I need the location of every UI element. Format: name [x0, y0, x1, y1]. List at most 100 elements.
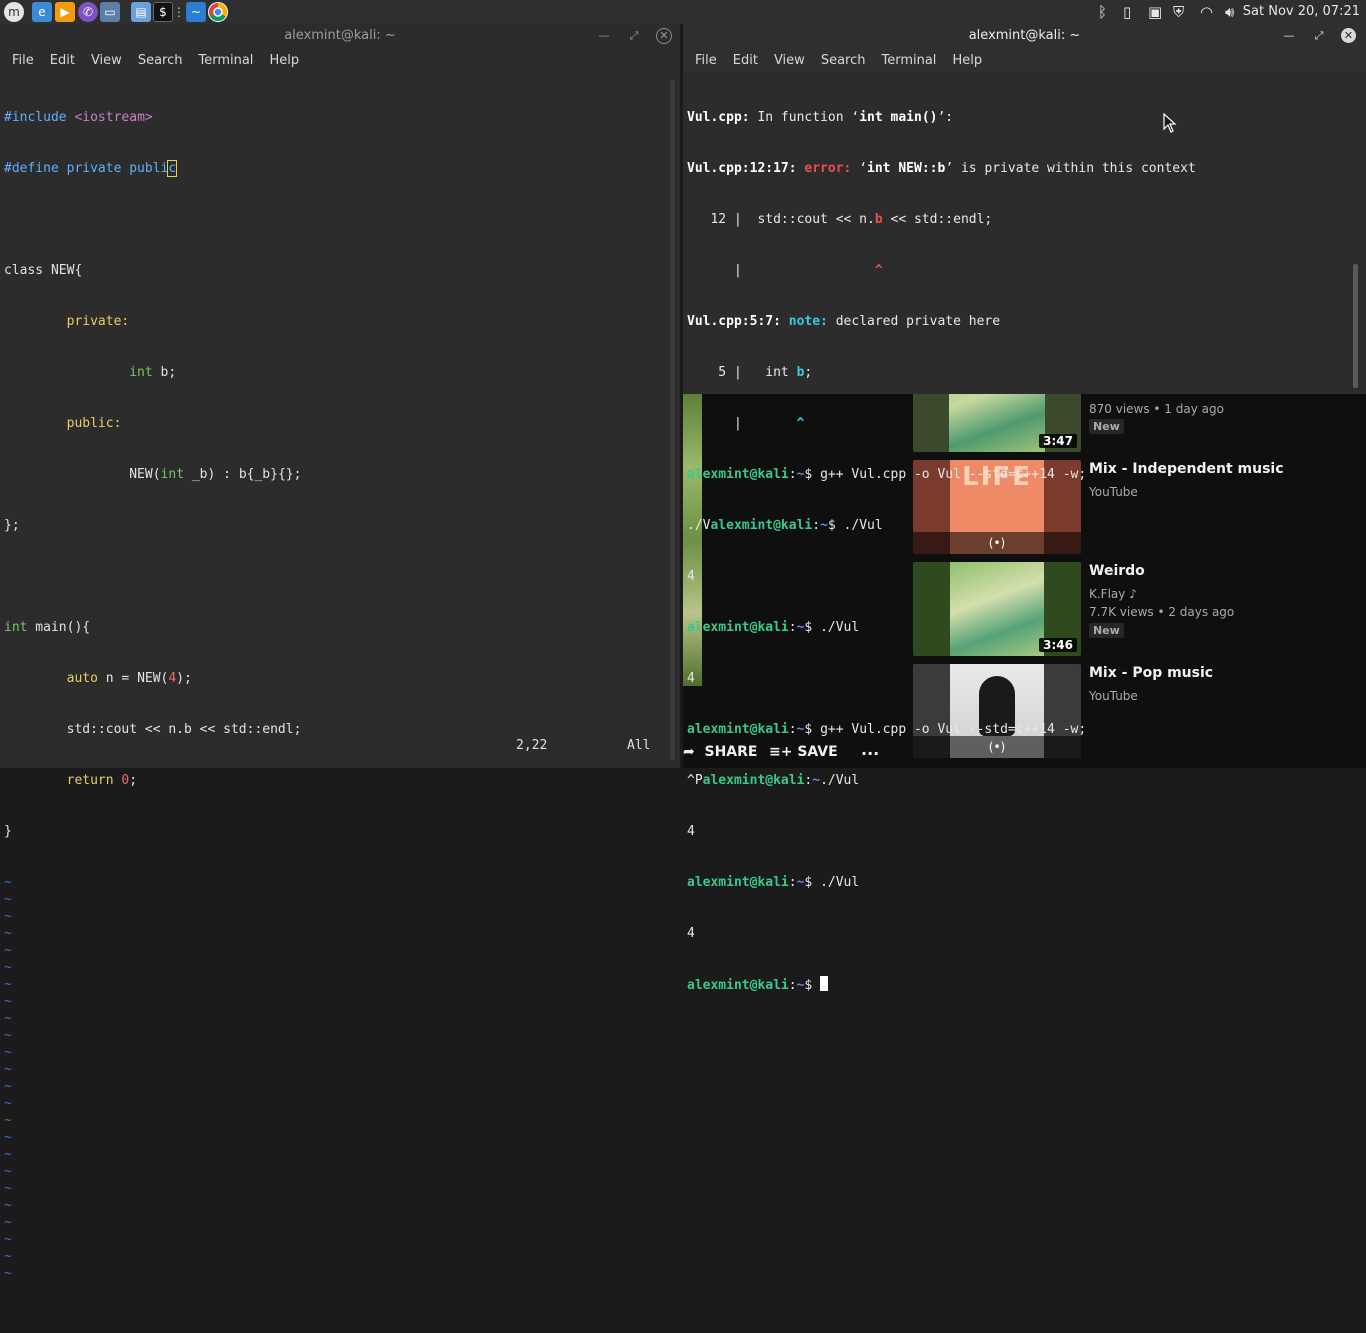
maximize-icon[interactable]: ⤢ — [626, 28, 642, 44]
empty-line-tilde: ~ — [4, 1232, 12, 1247]
output-line: 4 — [687, 569, 695, 584]
menu-view[interactable]: View — [83, 53, 130, 68]
clock[interactable]: Sat Nov 20, 07:21 — [1243, 4, 1360, 19]
menu-view[interactable]: View — [766, 53, 813, 68]
code-line: } — [4, 824, 12, 839]
menu-file[interactable]: File — [4, 53, 42, 68]
output-line: ^Palexmint@kali:~./Vul — [687, 773, 860, 788]
code-line: int b; — [129, 365, 177, 380]
output-line: | ^ — [687, 263, 883, 278]
empty-line-tilde: ~ — [4, 1215, 12, 1230]
terminal-output[interactable]: Vul.cpp: In function ‘int main()’: Vul.c… — [687, 75, 1347, 993]
empty-line-tilde: ~ — [4, 960, 12, 975]
empty-line-tilde: ~ — [4, 892, 12, 907]
output-line: alexmint@kali:~$ ./Vul — [687, 620, 860, 635]
menu-terminal[interactable]: Terminal — [873, 53, 944, 68]
output-line: alexmint@kali:~$ ./Vul — [687, 875, 860, 890]
empty-line-tilde: ~ — [4, 1045, 12, 1060]
code-line: }; — [4, 518, 20, 533]
menu-help[interactable]: Help — [944, 53, 990, 68]
code-line: private: — [4, 314, 130, 329]
maximize-icon[interactable]: ⤢ — [1311, 28, 1327, 44]
empty-line-tilde: ~ — [4, 943, 12, 958]
menu-search[interactable]: Search — [130, 53, 191, 68]
window-titlebar[interactable]: alexmint@kali: ~ — ⤢ ✕ — [683, 24, 1366, 48]
menu-edit[interactable]: Edit — [725, 53, 766, 68]
output-line: 5 | int b; — [687, 365, 813, 380]
empty-line-tilde: ~ — [4, 1130, 12, 1145]
code-line: return 0; — [66, 773, 138, 788]
window-title: alexmint@kali: ~ — [284, 28, 396, 43]
menu-help[interactable]: Help — [261, 53, 307, 68]
close-icon[interactable]: ✕ — [1341, 28, 1356, 43]
media-player-launcher-icon[interactable]: ▶ — [55, 2, 75, 22]
empty-line-tilde: ~ — [4, 1181, 12, 1196]
minimize-icon[interactable]: — — [596, 28, 612, 44]
menu-edit[interactable]: Edit — [42, 53, 83, 68]
empty-line-tilde: ~ — [4, 1028, 12, 1043]
menubar: File Edit View Search Terminal Help — [0, 48, 680, 72]
browser-launcher-icon[interactable]: e — [32, 2, 52, 22]
output-line: Vul.cpp: In function ‘int main()’: — [687, 110, 954, 125]
scroll-status: All — [627, 738, 651, 753]
output-line: alexmint@kali:~$ — [687, 976, 1347, 993]
menu-search[interactable]: Search — [813, 53, 874, 68]
empty-line-tilde: ~ — [4, 1198, 12, 1213]
mint-menu-icon[interactable]: m — [4, 2, 24, 22]
code-line: NEW(int _b) : b{_b}{}; — [4, 467, 302, 482]
empty-line-tilde: ~ — [4, 1113, 12, 1128]
code-line: std::cout << n.b << std::endl; — [4, 722, 302, 737]
output-line: 4 — [687, 926, 695, 941]
empty-line-tilde: ~ — [4, 1249, 12, 1264]
scrollbar[interactable] — [1353, 264, 1358, 388]
empty-line-tilde: ~ — [4, 1147, 12, 1162]
shield-icon[interactable]: ⛨ — [1173, 3, 1184, 21]
monitor-launcher-icon[interactable]: ~ — [186, 2, 206, 22]
minimize-icon[interactable]: — — [1281, 28, 1297, 44]
terminal-cursor — [820, 976, 829, 991]
empty-line-tilde: ~ — [4, 994, 12, 1009]
empty-line-tilde: ~ — [4, 977, 12, 992]
output-line: 4 — [687, 671, 695, 686]
files-launcher-icon[interactable]: ▤ — [131, 2, 151, 22]
empty-line-tilde: ~ — [4, 909, 12, 924]
chrome-launcher-icon[interactable] — [208, 2, 228, 22]
output-line: ./Valexmint@kali:~$ ./Vul — [687, 518, 883, 533]
empty-line-tilde: ~ — [4, 1164, 12, 1179]
bluetooth-icon[interactable]: ᛒ — [1098, 3, 1107, 21]
empty-line-tilde: ~ — [4, 926, 12, 941]
vim-editor[interactable]: #include <iostream> #define private publ… — [4, 75, 670, 1281]
scrollbar[interactable] — [670, 80, 675, 760]
empty-line-tilde: ~ — [4, 1062, 12, 1077]
output-line: 4 — [687, 824, 695, 839]
separator-icon: ⋮ — [173, 5, 185, 19]
text-cursor: c — [167, 160, 178, 177]
close-icon[interactable]: ✕ — [656, 28, 672, 44]
window-titlebar[interactable]: alexmint@kali: ~ — ⤢ ✕ — [0, 24, 680, 48]
terminal-launcher-icon[interactable]: $ — [153, 2, 173, 22]
output-line: alexmint@kali:~$ g++ Vul.cpp -o Vul --st… — [687, 722, 1087, 737]
empty-line-tilde: ~ — [4, 1079, 12, 1094]
battery-icon[interactable]: ▯ — [1123, 3, 1131, 21]
mouse-pointer-icon — [1163, 112, 1177, 137]
code-line: int main(){ — [4, 620, 91, 635]
window-launcher-icon[interactable]: ▭ — [100, 2, 120, 22]
output-line: Vul.cpp:12:17: error: ‘int NEW::b’ is pr… — [687, 161, 1196, 176]
cursor-position: 2,22 — [516, 738, 548, 753]
update-icon[interactable]: ▣ — [1148, 3, 1162, 21]
volume-icon[interactable]: 🔊︎ — [1225, 3, 1234, 21]
output-line: Vul.cpp:5:7: note: declared private here — [687, 314, 1001, 329]
code-line: auto n = NEW(4); — [66, 671, 192, 686]
code-line: class NEW{ — [4, 263, 83, 278]
viber-launcher-icon[interactable]: ✆ — [78, 2, 98, 22]
top-panel: m e ▶ ✆ ▭ ▤ $ ⋮ ~ ᛒ ▯ ▣ ⛨ ◠ 🔊︎ Sat Nov 2… — [0, 0, 1366, 24]
output-line: | ^ — [687, 416, 805, 431]
output-line: alexmint@kali:~$ g++ Vul.cpp -o Vul --st… — [687, 467, 1087, 482]
menu-terminal[interactable]: Terminal — [190, 53, 261, 68]
code-line: #include <iostream> — [4, 110, 153, 125]
wifi-icon[interactable]: ◠ — [1200, 3, 1213, 21]
menu-file[interactable]: File — [687, 53, 725, 68]
empty-line-tilde: ~ — [4, 1011, 12, 1026]
